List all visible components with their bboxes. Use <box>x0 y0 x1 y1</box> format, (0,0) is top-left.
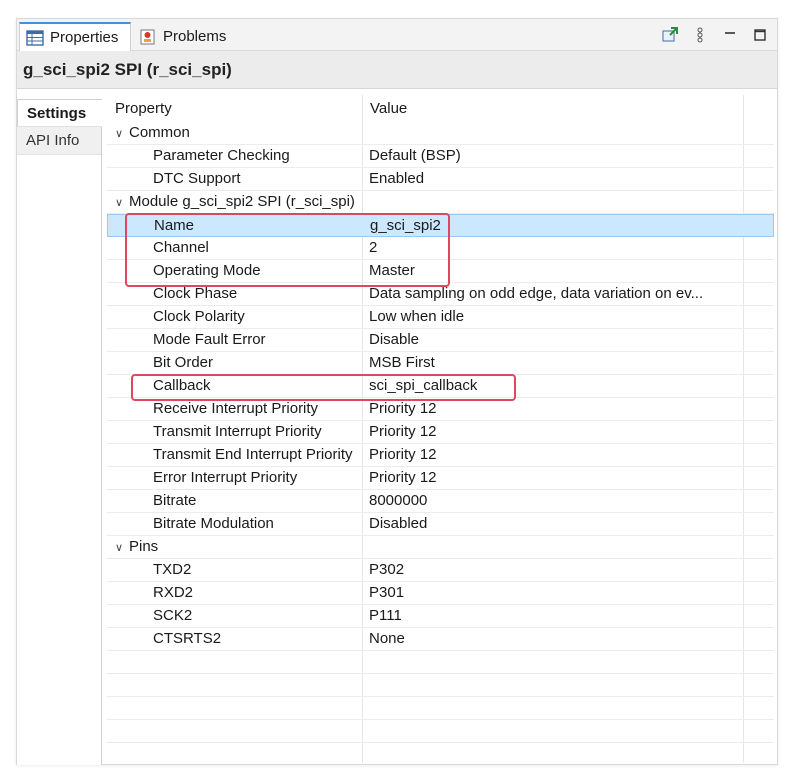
table-row[interactable]: Bitrate Modulation Disabled <box>107 513 774 536</box>
side-tab-settings-label: Settings <box>27 104 87 122</box>
property-value[interactable]: Priority 12 <box>369 446 745 463</box>
property-name: Operating Mode <box>153 262 261 279</box>
table-header: Property Value <box>107 95 774 122</box>
empty-row <box>107 720 774 743</box>
property-value[interactable]: Priority 12 <box>369 423 745 440</box>
property-value[interactable]: Priority 12 <box>369 469 745 486</box>
view-toolbar <box>661 26 769 44</box>
property-name: Channel <box>153 239 209 256</box>
table-row[interactable]: Operating Mode Master <box>107 260 774 283</box>
table-row[interactable]: Bit Order MSB First <box>107 352 774 375</box>
chevron-down-icon[interactable]: ∨ <box>115 541 129 554</box>
property-value[interactable]: Priority 12 <box>369 400 745 417</box>
properties-view: Properties Problems g_sci_spi2 SPI (r_sc… <box>16 18 778 765</box>
side-tab-api-info[interactable]: API Info <box>17 127 101 155</box>
table-row[interactable]: Error Interrupt Priority Priority 12 <box>107 467 774 490</box>
property-value[interactable]: MSB First <box>369 354 745 371</box>
empty-row <box>107 674 774 697</box>
pin-icon[interactable] <box>661 26 679 44</box>
table-row[interactable]: SCK2 P111 <box>107 605 774 628</box>
view-menu-icon[interactable] <box>691 26 709 44</box>
table-row[interactable]: Transmit Interrupt Priority Priority 12 <box>107 421 774 444</box>
table-row[interactable]: Name g_sci_spi2 <box>107 214 774 237</box>
tab-problems-label: Problems <box>163 28 227 45</box>
property-name: Clock Polarity <box>153 308 245 325</box>
property-value[interactable]: Low when idle <box>369 308 745 325</box>
property-value[interactable]: Data sampling on odd edge, data variatio… <box>369 285 745 302</box>
property-name: Transmit End Interrupt Priority <box>153 446 353 463</box>
property-name: RXD2 <box>153 584 194 601</box>
property-value[interactable]: 8000000 <box>369 492 745 509</box>
maximize-icon[interactable] <box>751 26 769 44</box>
property-name: Bitrate Modulation <box>153 515 274 532</box>
table-row[interactable]: Clock Phase Data sampling on odd edge, da… <box>107 283 774 306</box>
property-value[interactable]: P301 <box>369 584 745 601</box>
chevron-down-icon[interactable]: ∨ <box>115 127 129 140</box>
property-value[interactable]: Master <box>369 262 745 279</box>
category-row[interactable]: ∨ Pins <box>107 536 774 559</box>
table-row[interactable]: RXD2 P301 <box>107 582 774 605</box>
property-value[interactable]: 2 <box>369 239 745 256</box>
property-name: Transmit Interrupt Priority <box>153 423 322 440</box>
table-row[interactable]: Bitrate 8000000 <box>107 490 774 513</box>
table-row[interactable]: CTSRTS2 None <box>107 628 774 651</box>
column-header-property[interactable]: Property <box>115 100 172 117</box>
side-tab-settings[interactable]: Settings <box>17 99 102 127</box>
table-row[interactable]: DTC Support Enabled <box>107 168 774 191</box>
minimize-icon[interactable] <box>721 26 739 44</box>
property-name: Module g_sci_spi2 SPI (r_sci_spi) <box>129 193 355 210</box>
property-name: DTC Support <box>153 170 241 187</box>
problems-icon <box>139 29 157 45</box>
property-value[interactable]: None <box>369 630 745 647</box>
table-row[interactable]: Parameter Checking Default (BSP) <box>107 145 774 168</box>
table-row[interactable]: TXD2 P302 <box>107 559 774 582</box>
property-name: Pins <box>129 538 159 555</box>
property-value[interactable]: Default (BSP) <box>369 147 745 164</box>
table-row[interactable]: Mode Fault Error Disable <box>107 329 774 352</box>
property-name: Parameter Checking <box>153 147 290 164</box>
property-name: Common <box>129 124 190 141</box>
tab-properties[interactable]: Properties <box>19 22 131 51</box>
property-value[interactable]: Enabled <box>369 170 745 187</box>
table-row[interactable]: Callback sci_spi_callback <box>107 375 774 398</box>
property-value[interactable]: Disabled <box>369 515 745 532</box>
property-name: Callback <box>153 377 211 394</box>
property-value[interactable]: sci_spi_callback <box>369 377 745 394</box>
properties-header: g_sci_spi2 SPI (r_sci_spi) <box>17 51 777 89</box>
table-row[interactable]: Channel 2 <box>107 237 774 260</box>
column-header-value[interactable]: Value <box>370 100 407 117</box>
page-title: g_sci_spi2 SPI (r_sci_spi) <box>23 59 232 79</box>
chevron-down-icon[interactable]: ∨ <box>115 196 129 209</box>
category-row[interactable]: ∨ Common <box>107 122 774 145</box>
property-name: Name <box>154 217 195 234</box>
property-value[interactable]: Disable <box>369 331 745 348</box>
table-row[interactable]: Receive Interrupt Priority Priority 12 <box>107 398 774 421</box>
category-row[interactable]: ∨ Module g_sci_spi2 SPI (r_sci_spi) <box>107 191 774 214</box>
property-value[interactable]: P111 <box>369 607 745 624</box>
side-tab-list: Settings API Info <box>17 99 102 765</box>
property-name: Bit Order <box>153 354 214 371</box>
property-name: SCK2 <box>153 607 193 624</box>
table-row[interactable]: Clock Polarity Low when idle <box>107 306 774 329</box>
property-name: Error Interrupt Priority <box>153 469 298 486</box>
tab-problems[interactable]: Problems <box>133 22 239 51</box>
property-name: CTSRTS2 <box>153 630 222 647</box>
property-name: Bitrate <box>153 492 197 509</box>
empty-row <box>107 743 774 763</box>
property-value[interactable]: P302 <box>369 561 745 578</box>
property-name: Clock Phase <box>153 285 238 302</box>
property-table: Property Value ∨ Common Parameter Checking… <box>107 95 774 763</box>
property-name: Mode Fault Error <box>153 331 266 348</box>
property-name: TXD2 <box>153 561 192 578</box>
table-row[interactable]: Transmit End Interrupt Priority Priority … <box>107 444 774 467</box>
table-body: ∨ Common Parameter Checking Default (BSP) DT… <box>107 122 774 763</box>
property-value[interactable]: g_sci_spi2 <box>370 217 746 234</box>
view-tab-bar: Properties Problems <box>17 19 777 51</box>
properties-table-icon <box>26 29 44 46</box>
empty-row <box>107 697 774 720</box>
side-tab-api-info-label: API Info <box>26 132 80 149</box>
property-name: Receive Interrupt Priority <box>153 400 319 417</box>
tab-properties-label: Properties <box>50 29 119 46</box>
empty-row <box>107 651 774 674</box>
